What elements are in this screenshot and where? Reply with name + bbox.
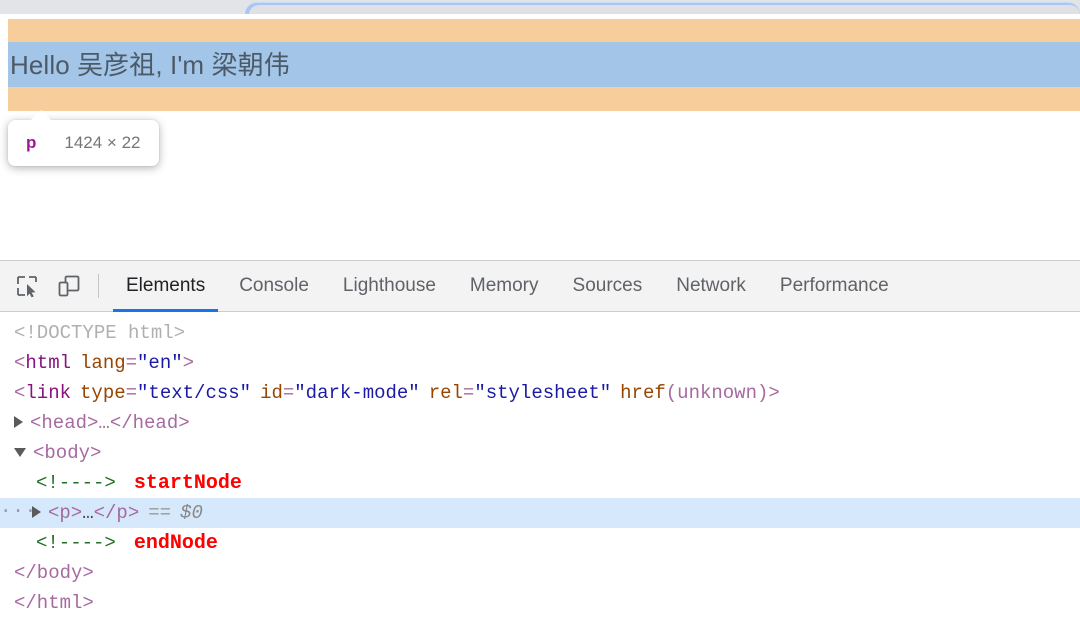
devtools-toolbar: Elements Console Lighthouse Memory Sourc…	[0, 261, 1080, 312]
html-tag-name: html	[25, 352, 72, 374]
body-open-text: <body>	[33, 442, 102, 464]
p-equals-sign: ==	[148, 502, 172, 524]
link-href-attr-value: (unknown)	[665, 382, 769, 404]
devtools-panel: Elements Console Lighthouse Memory Sourc…	[0, 260, 1080, 637]
dom-node-comment-end[interactable]: <!----> endNode	[0, 528, 1080, 558]
dom-node-html-open[interactable]: <html lang="en">	[0, 348, 1080, 378]
chevron-down-icon[interactable]	[14, 447, 26, 457]
p-close-text: </p>	[93, 502, 140, 524]
dom-node-head[interactable]: <head>…</head>	[0, 408, 1080, 438]
p-dollar-zero-ref: $0	[180, 502, 203, 524]
browser-chrome-strip	[0, 0, 1080, 14]
html-close-bracket: >	[182, 352, 195, 374]
link-tag-name: link	[25, 382, 72, 404]
tooltip-box: p 1424 × 22	[8, 120, 159, 166]
link-id-attr-value: "dark-mode"	[294, 382, 420, 404]
tab-console-label: Console	[239, 275, 309, 296]
dom-node-comment-start[interactable]: <!----> startNode	[0, 468, 1080, 498]
link-rel-attr-value: "stylesheet"	[474, 382, 612, 404]
chevron-right-icon[interactable]	[14, 415, 23, 428]
toolbar-divider	[98, 274, 99, 298]
tab-memory[interactable]: Memory	[453, 261, 556, 312]
tooltip-tag-name: p	[26, 133, 37, 152]
html-close-text: </html>	[14, 592, 94, 614]
tab-network[interactable]: Network	[659, 261, 763, 312]
link-type-attr-name: type	[80, 382, 126, 404]
dom-node-html-close[interactable]: </html>	[0, 588, 1080, 618]
tab-memory-label: Memory	[469, 275, 539, 296]
head-collapsed-text: <head>…</head>	[30, 412, 190, 434]
tab-elements[interactable]: Elements	[109, 261, 222, 312]
annotation-end-node: endNode	[133, 532, 218, 555]
link-href-attr-name: href	[620, 382, 666, 404]
tab-lighthouse-label: Lighthouse	[342, 275, 436, 296]
link-type-attr-value: "text/css"	[137, 382, 252, 404]
link-rel-attr-name: rel	[428, 382, 463, 404]
comment-end-text: <!---->	[36, 532, 116, 554]
html-lang-attr-value: "en"	[137, 352, 183, 374]
dom-node-doctype[interactable]: <!DOCTYPE html>	[0, 318, 1080, 348]
tooltip-pointer-arrow	[30, 110, 52, 121]
link-id-attr-name: id	[260, 382, 283, 404]
highlight-padding-top	[8, 19, 1080, 42]
inspect-element-icon[interactable]	[6, 266, 48, 306]
tab-console[interactable]: Console	[222, 261, 326, 312]
eq: =	[125, 382, 138, 404]
row-overflow-badge[interactable]: ···	[0, 498, 36, 528]
tab-sources-label: Sources	[572, 275, 643, 296]
tab-performance[interactable]: Performance	[763, 261, 906, 312]
devtools-tab-bar: Elements Console Lighthouse Memory Sourc…	[109, 261, 906, 312]
comment-start-text: <!---->	[36, 472, 116, 494]
dom-node-body-close[interactable]: </body>	[0, 558, 1080, 588]
tab-elements-label: Elements	[126, 275, 206, 296]
p-open-text: <p>	[48, 502, 83, 524]
dom-tree: <!DOCTYPE html> <html lang="en"> <link typ…	[0, 312, 1080, 618]
browser-omnibox-inner[interactable]	[249, 5, 1080, 14]
rendered-page-viewport: Hello 吴彦祖, I'm 梁朝伟 p 1424 × 22	[0, 14, 1080, 260]
link-open-bracket: <	[14, 382, 26, 404]
annotation-start-node: startNode	[133, 472, 242, 495]
tooltip-dimensions: 1424 × 22	[64, 133, 141, 152]
tab-sources[interactable]: Sources	[556, 261, 660, 312]
device-toolbar-icon[interactable]	[48, 266, 90, 306]
dom-node-body-open[interactable]: <body>	[0, 438, 1080, 468]
html-lang-eq: =	[125, 352, 138, 374]
highlight-padding-bottom	[8, 87, 1080, 111]
html-lang-attr-name: lang	[80, 352, 126, 374]
tab-performance-label: Performance	[779, 275, 889, 296]
body-close-text: </body>	[14, 562, 94, 584]
tab-lighthouse[interactable]: Lighthouse	[326, 261, 453, 312]
eq: =	[282, 382, 295, 404]
dom-node-link[interactable]: <link type="text/css" id="dark-mode" rel="s…	[0, 378, 1080, 408]
dom-node-p-selected[interactable]: ··· <p>…</p> == $0	[0, 498, 1080, 528]
html-open-bracket: <	[14, 352, 26, 374]
eq: =	[462, 382, 475, 404]
page-paragraph-text: Hello 吴彦祖, I'm 梁朝伟	[10, 50, 290, 80]
p-ellipsis: …	[82, 502, 94, 524]
doctype-text: <!DOCTYPE html>	[14, 322, 186, 344]
link-close-bracket: >	[768, 382, 780, 404]
tab-network-label: Network	[676, 275, 746, 296]
